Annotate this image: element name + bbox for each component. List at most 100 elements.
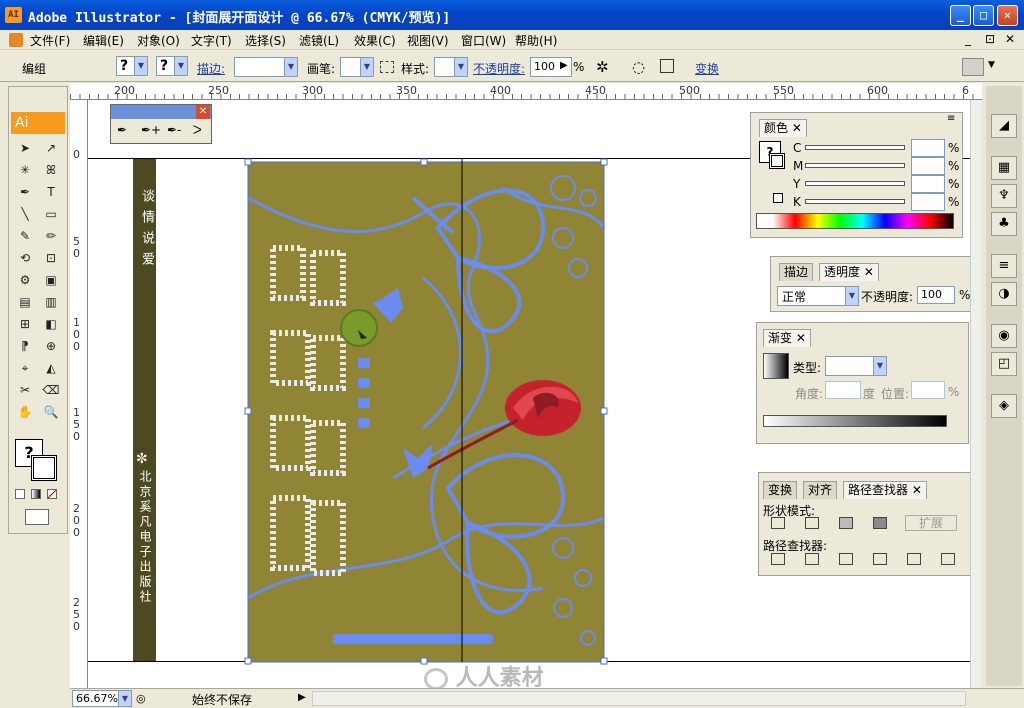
swatches-dock-icon[interactable]: ▦ (991, 156, 1017, 180)
paintbrush-icon[interactable]: ✎ (14, 227, 36, 245)
pen-tool-icon[interactable]: ✒ (14, 183, 36, 201)
minimize-button[interactable]: _ (950, 5, 971, 26)
mesh-tool-icon[interactable]: ⊞ (14, 315, 36, 333)
stroke-weight-input[interactable]: ▼ (234, 57, 298, 77)
none-mode-button[interactable] (47, 489, 57, 499)
exclude-icon[interactable] (873, 517, 887, 529)
opacity-field[interactable]: 100 (917, 286, 955, 304)
zoom-field[interactable]: 66.67% ▼ (72, 690, 132, 707)
magic-wand-icon[interactable]: ✳ (14, 161, 36, 179)
brush-dropdown[interactable]: ▼ (340, 57, 374, 77)
rectangle-tool-icon[interactable]: ▭ (40, 205, 62, 223)
vertical-scrollbar[interactable] (970, 100, 982, 688)
outline-icon[interactable] (907, 553, 921, 565)
scissors-icon[interactable]: ✂ (14, 381, 36, 399)
appearance-dock-icon[interactable]: ◉ (991, 324, 1017, 348)
convert-anchor-tool-icon[interactable]: ᐳ (193, 123, 202, 137)
expand-button[interactable]: 扩展 (905, 515, 957, 531)
transparency-dock-icon[interactable]: ◑ (991, 282, 1017, 306)
none-swatch[interactable] (773, 193, 783, 203)
symbols-dock-icon[interactable]: ♣ (991, 212, 1017, 236)
fill-swatch[interactable]: ? ▼ (116, 56, 148, 76)
menu-effect[interactable]: 效果(C) (354, 32, 396, 49)
color-spectrum[interactable] (756, 213, 954, 229)
line-tool-icon[interactable]: ╲ (14, 205, 36, 223)
cyan-slider[interactable] (805, 145, 905, 150)
menu-filter[interactable]: 滤镜(L) (299, 32, 339, 49)
rotate-tool-icon[interactable]: ⟲ (14, 249, 36, 267)
stroke-swatch[interactable]: ? ▼ (156, 56, 188, 76)
type-tool-icon[interactable]: T (40, 183, 62, 201)
color-stroke-box[interactable] (769, 153, 785, 169)
menu-window[interactable]: 窗口(W) (461, 32, 506, 49)
app-icon[interactable]: AI (5, 7, 22, 23)
menu-view[interactable]: 视图(V) (407, 32, 449, 49)
unite-icon[interactable] (771, 517, 785, 529)
maximize-button[interactable]: □ (973, 5, 994, 26)
stroke-color-box[interactable] (31, 455, 57, 481)
magenta-slider[interactable] (805, 163, 905, 168)
intersect-icon[interactable] (839, 517, 853, 529)
blend-tool-icon[interactable]: ⊕ (40, 337, 62, 355)
menu-file[interactable]: 文件(F) (30, 32, 70, 49)
zoom-tool-icon[interactable]: 🔍 (40, 403, 62, 421)
transparency-tab[interactable]: 透明度 ✕ (819, 263, 879, 281)
align-tab[interactable]: 对齐 (803, 481, 838, 499)
scale-tool-icon[interactable]: ⊡ (40, 249, 62, 267)
transform-link[interactable]: 变换 (695, 60, 719, 77)
artboard-nav-icon[interactable]: ◎ (136, 692, 146, 705)
close-button[interactable]: ✕ (997, 5, 1018, 26)
isolate-icon[interactable]: ◌ (632, 58, 645, 76)
stroke-tab[interactable]: 描边 (779, 263, 814, 281)
magenta-input[interactable] (911, 157, 945, 175)
horizontal-scrollbar[interactable] (312, 691, 966, 706)
cover-artwork[interactable] (243, 158, 608, 666)
merge-icon[interactable] (839, 553, 853, 565)
gradient-tab[interactable]: 渐变 ✕ (763, 329, 811, 347)
angle-input[interactable] (825, 381, 861, 399)
panel-menu-icon[interactable]: ≡ (947, 113, 955, 124)
chevron-down-icon[interactable]: ▼ (988, 60, 995, 70)
menu-object[interactable]: 对象(O) (137, 32, 180, 49)
graphic-styles-dock-icon[interactable]: ◰ (991, 352, 1017, 376)
selection-tool-icon[interactable]: ➤ (14, 139, 36, 157)
add-anchor-tool-icon[interactable]: ✒+ (141, 123, 161, 137)
black-input[interactable] (911, 193, 945, 211)
gradient-type-select[interactable]: ▼ (825, 356, 887, 376)
book-spine[interactable]: 谈情说爱 ✼ 北京奚凡电子出版社 (133, 159, 156, 661)
doc-close-button[interactable]: ✕ (1005, 32, 1015, 46)
live-paint-icon[interactable]: ⌖ (14, 359, 36, 377)
pathfinder-tab[interactable]: 路径查找器 ✕ (843, 481, 927, 499)
gradient-dock-icon[interactable]: ◢ (991, 114, 1017, 138)
color-tab[interactable]: 颜色 ✕ (759, 119, 807, 137)
crop-icon[interactable] (873, 553, 887, 565)
brushes-dock-icon[interactable]: ♆ (991, 184, 1017, 208)
location-input[interactable] (911, 381, 945, 399)
pen-tool-icon[interactable]: ✒ (117, 123, 127, 137)
delete-anchor-tool-icon[interactable]: ✒- (167, 123, 181, 137)
doc-restore-button[interactable]: ⊡ (985, 32, 995, 46)
eraser-icon[interactable]: ⌫ (40, 381, 62, 399)
style-dropdown[interactable]: ▼ (434, 57, 468, 77)
reference-point-icon[interactable] (660, 59, 674, 73)
menu-edit[interactable]: 编辑(E) (83, 32, 124, 49)
free-transform-icon[interactable]: ▣ (40, 271, 62, 289)
yellow-input[interactable] (911, 175, 945, 193)
warp-tool-icon[interactable]: ⚙ (14, 271, 36, 289)
stroke-dock-icon[interactable]: ≡ (991, 254, 1017, 278)
minus-back-icon[interactable] (941, 553, 955, 565)
hand-tool-icon[interactable]: ✋ (14, 403, 36, 421)
lasso-icon[interactable]: ꕤ (40, 161, 62, 179)
pencil-icon[interactable]: ✏ (40, 227, 62, 245)
color-mode-button[interactable] (15, 489, 25, 499)
symbol-sprayer-icon[interactable]: ▤ (14, 293, 36, 311)
minus-front-icon[interactable] (805, 517, 819, 529)
yellow-slider[interactable] (805, 181, 905, 186)
cyan-input[interactable] (911, 139, 945, 157)
recolor-icon[interactable]: ✲ (596, 58, 609, 76)
status-menu-arrow[interactable]: ▶ (298, 692, 306, 703)
trim-icon[interactable] (805, 553, 819, 565)
gradient-preview[interactable] (763, 353, 789, 379)
screen-mode-button[interactable] (25, 509, 49, 525)
divide-icon[interactable] (771, 553, 785, 565)
